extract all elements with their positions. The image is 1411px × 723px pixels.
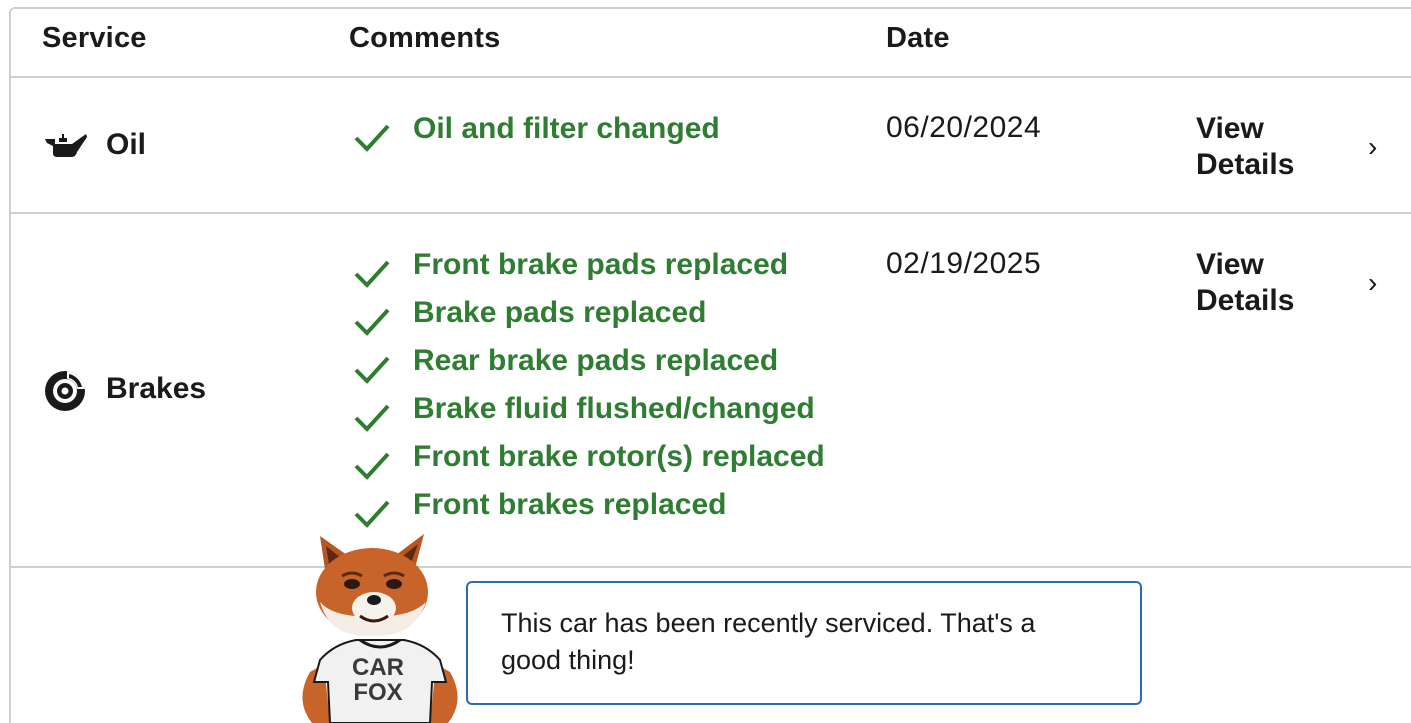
check-icon (354, 260, 390, 288)
mascot-message: This car has been recently serviced. Tha… (501, 608, 1036, 675)
service-name-oil: Oil (106, 128, 147, 161)
comment-text: Rear brake pads replaced (413, 344, 779, 377)
comment-text: Brake pads replaced (413, 296, 707, 329)
service-date: 06/20/2024 (886, 111, 1042, 144)
check-icon (354, 356, 390, 384)
row-divider (9, 212, 1411, 214)
service-name-brakes: Brakes (106, 372, 207, 405)
comment-text: Front brake rotor(s) replaced (413, 440, 825, 473)
carfox-mascot-image: CAR FOX (302, 534, 458, 723)
chevron-right-icon: › (1368, 131, 1378, 162)
header-date: Date (886, 22, 950, 54)
comment-text: Oil and filter changed (413, 112, 720, 145)
row-divider (9, 566, 1411, 568)
comment-text: Front brake pads replaced (413, 248, 789, 281)
comment-text: Front brakes replaced (413, 488, 727, 521)
svg-text:FOX: FOX (353, 679, 402, 706)
header-comments: Comments (349, 22, 501, 54)
view-details-label: View Details (1196, 248, 1295, 317)
view-details-brakes-link[interactable]: View Details › (1196, 247, 1396, 327)
check-icon (354, 308, 390, 336)
header-divider (9, 76, 1411, 78)
check-icon (354, 452, 390, 480)
check-icon (354, 500, 390, 528)
check-icon (354, 404, 390, 432)
header-service: Service (42, 22, 147, 54)
view-details-label: View Details (1196, 112, 1295, 181)
shirt-text: CAR (352, 654, 404, 681)
check-icon (354, 124, 390, 152)
oil-can-icon (45, 134, 87, 157)
chevron-right-icon: › (1368, 267, 1378, 298)
mascot-message-box: This car has been recently serviced. Tha… (466, 581, 1142, 705)
service-date: 02/19/2025 (886, 247, 1042, 280)
view-details-oil-link[interactable]: View Details › (1196, 111, 1396, 191)
comment-text: Brake fluid flushed/changed (413, 392, 815, 425)
brake-disc-icon (45, 371, 85, 411)
